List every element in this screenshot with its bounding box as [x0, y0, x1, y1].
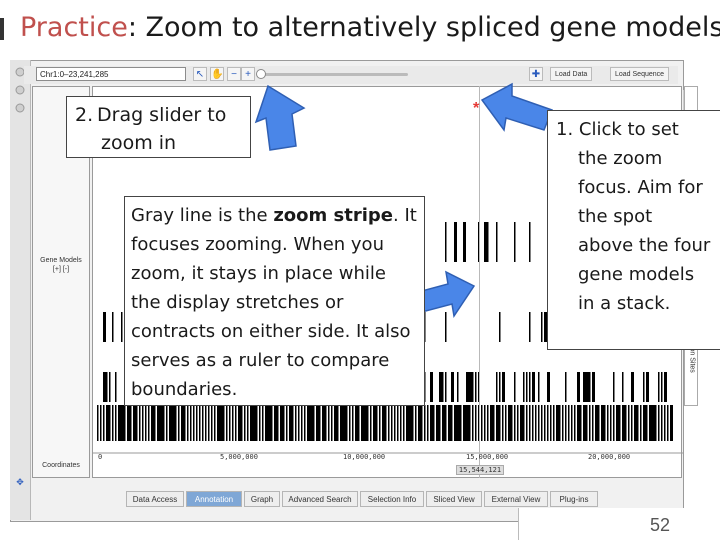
- callout-zoom-focus: 1. Click to set the zoom focus. Aim for …: [547, 110, 720, 350]
- callout-drag-slider: 2. Drag slider to zoom in: [66, 96, 251, 158]
- callout-slider-line1: 2. Drag slider to: [75, 101, 242, 129]
- callout-slider-text: Drag slider to: [97, 104, 227, 126]
- page-number: 52: [650, 515, 671, 535]
- callout-stripe-pre: Gray line is the: [131, 205, 274, 226]
- callout-focus-rest: the zoom focus. Aim for the spot above t…: [578, 148, 711, 314]
- callout-focus-number: 1.: [556, 119, 574, 140]
- callout-focus-text: Click to set: [578, 119, 679, 140]
- callout-focus-line1: 1. Click to set: [556, 115, 713, 144]
- callout-zoom-stripe: Gray line is the zoom stripe. It focuses…: [124, 196, 425, 406]
- stripe-arrow-icon: [417, 270, 476, 318]
- callout-slider-line2: zoom in: [101, 132, 177, 154]
- focus-arrow-icon: [480, 82, 553, 132]
- slider-arrow-icon: [254, 84, 306, 151]
- callout-stripe-bold: zoom stripe: [273, 205, 394, 226]
- callout-slider-number: 2.: [75, 104, 94, 126]
- callout-stripe-post: . It focuses zooming. When you zoom, it …: [131, 205, 417, 400]
